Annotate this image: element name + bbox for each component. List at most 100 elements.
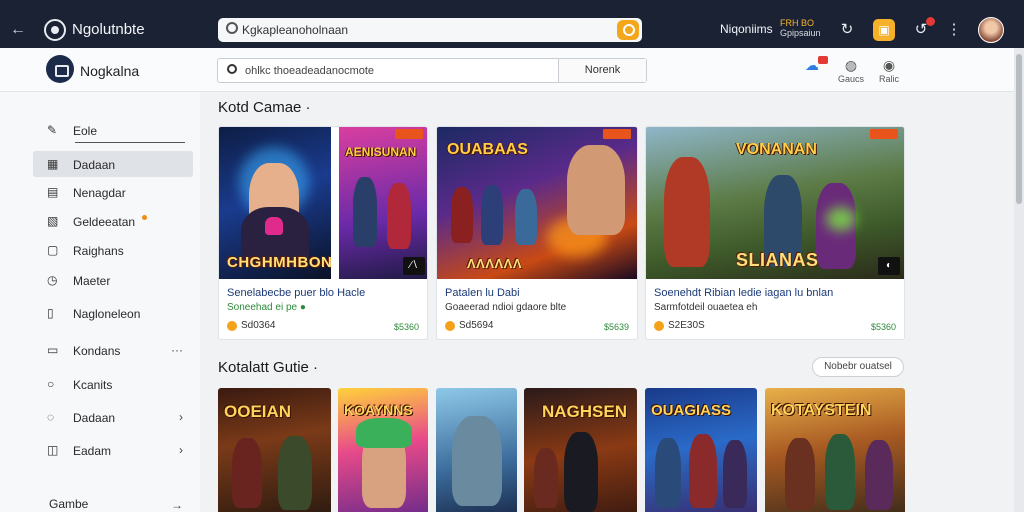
feather-icon: ✎ (47, 123, 58, 137)
cover-title: VONANAN (736, 141, 817, 158)
globe-icon (226, 22, 238, 34)
clock-icon: ◷ (47, 273, 58, 287)
sidebar-item-label: Eole (73, 124, 98, 138)
cover-title: AENISUNAN (345, 145, 417, 159)
sidebar-item-label: Gambe (49, 497, 89, 511)
game-card[interactable]: VONANAN SLIANAS ◐ Soenehdt Ribian ledie … (645, 126, 905, 340)
app-logo (44, 19, 66, 41)
game-discount: $5360 (393, 322, 419, 332)
user-icon: ◉ (882, 57, 896, 73)
search-placeholder: ohlkc thoeadeadanocmote (245, 65, 375, 77)
game-title[interactable]: Patalen lu Dabi (445, 287, 520, 299)
chat-icon: ▭ (47, 343, 59, 357)
scrollbar-thumb[interactable] (1016, 54, 1022, 204)
tag-icon: ◫ (47, 443, 59, 457)
sidebar-item-label: Nagloneleon (73, 307, 141, 321)
game-discount: $5360 (870, 322, 896, 332)
game-card[interactable]: CHGHMHBON AENISUNAN ∕∖ Senelabecbe puer … (218, 126, 428, 340)
profile-label: Ralic (878, 74, 899, 84)
brand-logo[interactable] (46, 55, 74, 83)
game-subtitle: Sarmfotdeil ouaetea eh (654, 302, 758, 313)
promo-badge-sub: Gpipsaiun (780, 28, 821, 38)
app-title: Ngolutnbte (72, 21, 145, 38)
game-cover: VONANAN SLIANAS ◐ (646, 127, 904, 279)
sidebar-item-1[interactable]: ▦ Dadaan (33, 151, 193, 177)
sidebar-item-6[interactable]: ▯ Nagloneleon (33, 300, 193, 326)
game-subtitle: Goaeerad ndioi gdaore blte (445, 302, 567, 313)
game-cover: AENISUNAN ∕∖ (339, 127, 427, 279)
cloud-button[interactable]: ☁ (796, 56, 828, 86)
game-tile[interactable]: OOEIAN (218, 388, 331, 512)
game-tile[interactable]: NAGHSEN (524, 388, 637, 512)
avatar[interactable] (978, 17, 1004, 43)
game-tile[interactable]: KOTAYSTEIN (765, 388, 905, 512)
menu-dots-icon[interactable]: ⋮ (943, 19, 965, 41)
folder-icon: ▢ (47, 243, 59, 257)
sidebar-item-2[interactable]: ▤ Nenagdar (33, 179, 193, 205)
game-title[interactable]: Senelabecbe puer blo Hacle (227, 287, 365, 299)
chevron-right-icon[interactable]: › (179, 410, 183, 424)
notification-dot (142, 215, 147, 220)
sidebar-item-label: Dadaan (73, 411, 116, 425)
circle-icon: ○ (47, 377, 55, 391)
game-card[interactable]: OUABAAS ΛΛΛΛΛΛ Patalen lu Dabi Goaeerad … (436, 126, 638, 340)
game-tile[interactable]: KOAYNNS (338, 388, 428, 512)
game-discount: $5639 (603, 322, 629, 332)
coin-icon (227, 321, 237, 331)
sidebar-item-label: Eadam (73, 444, 112, 458)
games-label: Gaucs (837, 74, 864, 84)
game-tile[interactable]: OUAGIASS (645, 388, 757, 512)
wallet-icon[interactable]: ▣ (873, 19, 895, 41)
new-tag (395, 129, 423, 139)
address-text: Kgkapleanoholnaan (242, 23, 349, 37)
arrow-right-icon[interactable]: → (171, 498, 183, 512)
game-title[interactable]: Soenehdt Ribian ledie iagan lu bnlan (654, 287, 833, 299)
tile-title: OOEIAN (224, 402, 292, 421)
platform-badge: ◐ (878, 257, 900, 275)
notification-icon[interactable]: ↺ (910, 17, 935, 41)
search-icon (227, 64, 237, 74)
sidebar-item-0[interactable]: ✎ Eole (33, 117, 193, 143)
sidebar-item-3[interactable]: ▧ Geldeeatan (33, 208, 193, 234)
search-button[interactable]: Norenk (558, 59, 646, 82)
tile-title: OUAGIASS (651, 402, 732, 419)
cloud-badge (818, 56, 828, 64)
new-tag (870, 129, 898, 139)
promo-badge[interactable]: FRH BO Gpipsaiun (780, 18, 821, 38)
game-tile[interactable] (436, 388, 517, 512)
sidebar-item-label: Geldeeatan (73, 215, 136, 229)
game-price: Sd0364 (241, 320, 276, 331)
tile-title: KOAYNNS (344, 402, 413, 418)
sidebar-item-10[interactable]: ◫ Eadam › (33, 437, 193, 463)
sidebar-item-label: Maeter (73, 274, 111, 288)
sidebar-item-label: Kcanits (73, 378, 113, 392)
chevron-right-icon[interactable]: › (179, 443, 183, 457)
back-arrow-icon[interactable]: ← (10, 20, 30, 40)
brand-name[interactable]: Nogkalna (80, 63, 139, 79)
games-button[interactable]: ◍ Gaucs (835, 56, 867, 86)
section-title-popular: Kotd Camae · (218, 99, 311, 116)
game-subtitle: Soneehad ei pe ● (227, 302, 306, 313)
gamepad-icon: ◍ (844, 57, 858, 73)
more-icon[interactable]: ··· (171, 343, 183, 357)
platform-badge: ∕∖ (403, 257, 425, 275)
search-input[interactable]: ohlkc thoeadeadanocmote Norenk (217, 58, 647, 83)
search-icon[interactable] (617, 20, 639, 40)
sidebar-item-label: Nenagdar (73, 186, 126, 200)
game-price: S2E30S (668, 320, 705, 331)
refresh-icon[interactable]: ↻ (836, 19, 858, 41)
sidebar-item-11[interactable]: Gambe → (33, 492, 193, 512)
profile-button[interactable]: ◉ Ralic (873, 56, 905, 86)
address-bar[interactable]: Kgkapleanoholnaan (218, 18, 642, 42)
cover-subtitle-art: ΛΛΛΛΛΛ (467, 256, 523, 271)
account-label[interactable]: Niqoniims (720, 22, 773, 36)
cover-title: OUABAAS (447, 141, 528, 158)
see-all-button[interactable]: Nobebr ouatsel (812, 357, 904, 377)
grid-icon: ▦ (47, 157, 59, 171)
sidebar-item-5[interactable]: ◷ Maeter (33, 267, 193, 293)
sidebar-item-8[interactable]: ○ Kcanits (33, 371, 193, 397)
scrollbar[interactable] (1014, 48, 1024, 512)
sidebar-item-7[interactable]: ▭ Kondans ··· (33, 337, 193, 363)
sidebar-item-4[interactable]: ▢ Raighans (33, 237, 193, 263)
sidebar-item-9[interactable]: ◌ Dadaan › (33, 404, 193, 430)
